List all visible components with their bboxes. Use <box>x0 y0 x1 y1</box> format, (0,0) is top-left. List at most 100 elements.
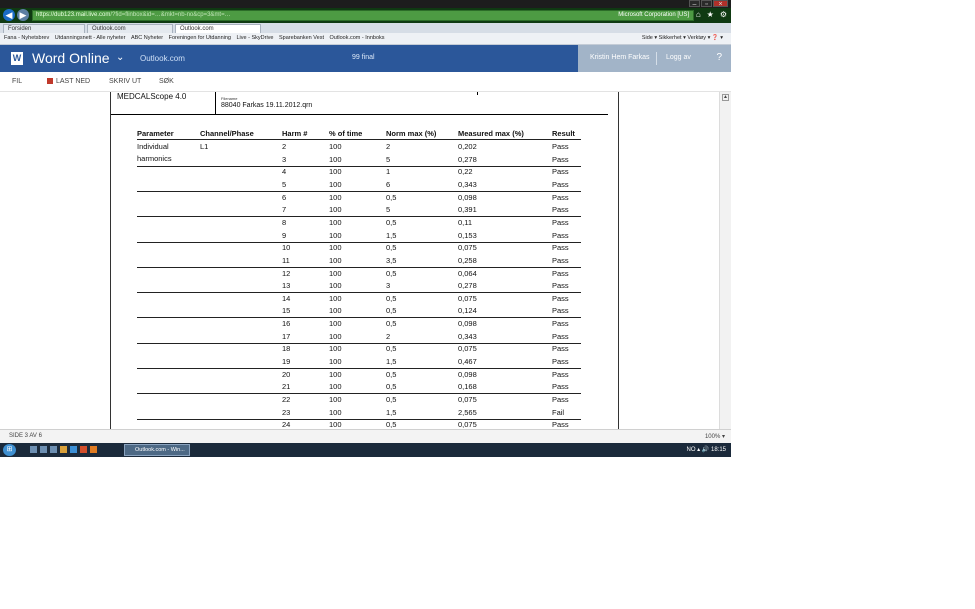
quicklaunch-icon[interactable] <box>70 446 77 453</box>
favorite-item[interactable]: Fana - Nyhetsbrev <box>4 33 49 44</box>
cell-percent-of-time: 100 <box>329 395 342 404</box>
row-separator <box>137 342 581 344</box>
logout-link[interactable]: Logg av <box>666 54 691 61</box>
cell-percent-of-time: 100 <box>329 142 342 151</box>
favorite-item[interactable]: Live - SkyDrive <box>237 33 274 44</box>
favorite-item[interactable]: ABC Nyheter <box>131 33 163 44</box>
taskbar-item-outlook[interactable]: Outlook.com - Win... <box>124 444 190 456</box>
search-button[interactable]: SØK <box>159 78 174 85</box>
cell-measured-max: 0,22 <box>458 167 473 177</box>
address-row: ◀ ▶ https://dub123.mail.live.com/?fid=fl… <box>0 8 731 23</box>
quicklaunch-icon[interactable] <box>90 446 97 453</box>
cell-measured-max: 0,075 <box>458 243 477 253</box>
favorites-star-icon[interactable]: ★ <box>707 10 714 19</box>
cell-result: Pass <box>552 142 569 151</box>
favorite-item[interactable]: Utdanningsnett - Alle nyheter <box>55 33 126 44</box>
scroll-up-icon[interactable]: ▲ <box>722 94 729 101</box>
column-header-time: % of time <box>329 129 363 138</box>
home-icon[interactable]: ⌂ <box>696 10 701 19</box>
file-menu[interactable]: FIL <box>12 78 22 85</box>
cell-harm-number: 16 <box>282 319 291 329</box>
gear-icon[interactable]: ⚙ <box>720 10 727 19</box>
cell-norm-max: 0,5 <box>386 319 397 329</box>
cell-percent-of-time: 100 <box>329 293 342 303</box>
document-name: 99 final <box>352 54 375 61</box>
cell-percent-of-time: 100 <box>329 357 342 367</box>
system-tray[interactable]: NO ▴ 🔊 18:15 <box>687 446 727 453</box>
cell-norm-max: 1,5 <box>386 357 397 367</box>
close-window-button[interactable]: × <box>713 0 728 8</box>
start-button-icon[interactable]: ⊞ <box>3 444 16 456</box>
cell-percent-of-time: 100 <box>329 268 342 278</box>
cell-harm-number: 3 <box>282 154 287 164</box>
user-name[interactable]: Kristin Hem Farkas <box>590 54 650 61</box>
quicklaunch-icon[interactable] <box>40 446 47 453</box>
cell-harm-number: 5 <box>282 179 287 189</box>
cell-percent-of-time: 100 <box>329 179 342 189</box>
cell-measured-max: 0,064 <box>458 268 477 278</box>
quicklaunch-icon[interactable] <box>30 446 37 453</box>
row-separator <box>137 317 581 319</box>
cell-result: Pass <box>552 167 569 177</box>
cell-harm-number: 4 <box>282 167 287 177</box>
favorite-item[interactable]: Sparebanken Vest <box>279 33 324 44</box>
tab-forsiden[interactable]: Forsiden <box>3 24 85 33</box>
favorite-item[interactable]: Foreningen for Utdanning <box>169 33 231 44</box>
row-separator <box>137 241 581 243</box>
quicklaunch-icon[interactable] <box>60 446 67 453</box>
cell-result: Pass <box>552 420 569 429</box>
cell-measured-max: 0,098 <box>458 319 477 329</box>
screenshot-region: – ▫ × ◀ ▶ https://dub123.mail.live.com/?… <box>0 0 731 457</box>
address-bar[interactable]: https://dub123.mail.live.com/?fid=flinbo… <box>32 10 694 21</box>
row-separator <box>137 165 581 167</box>
tab-outlook-1[interactable]: Outlook.com <box>87 24 173 33</box>
print-button[interactable]: SKRIV UT <box>109 78 141 85</box>
maximize-button[interactable]: ▫ <box>701 0 712 8</box>
row-separator <box>137 190 581 192</box>
cell-percent-of-time: 100 <box>329 205 342 215</box>
cell-result: Pass <box>552 306 569 316</box>
cell-norm-max: 0,5 <box>386 217 397 227</box>
zoom-control[interactable]: 100% ▾ <box>705 433 725 440</box>
back-icon[interactable]: ◀ <box>3 9 15 21</box>
quicklaunch-icon[interactable] <box>50 446 57 453</box>
favorite-item[interactable]: Outlook.com - Innboks <box>330 33 385 44</box>
cell-harm-number: 18 <box>282 344 291 354</box>
cell-result: Pass <box>552 217 569 227</box>
cell-measured-max: 0,153 <box>458 230 477 240</box>
help-button[interactable]: ? <box>716 52 722 63</box>
cell-harm-number: 6 <box>282 192 287 202</box>
cell-harm-number: 13 <box>282 281 291 291</box>
tab-outlook-active[interactable]: Outlook.com <box>175 24 261 33</box>
cell-harm-number: 22 <box>282 395 291 404</box>
cell-harm-number: 14 <box>282 293 291 303</box>
vertical-scrollbar[interactable]: ▲ <box>719 92 731 429</box>
cell-result: Pass <box>552 268 569 278</box>
download-button[interactable]: LAST NED <box>47 78 90 85</box>
forward-icon[interactable]: ▶ <box>17 9 29 21</box>
cell-percent-of-time: 100 <box>329 154 342 164</box>
cell-harm-number: 19 <box>282 357 291 367</box>
cell-percent-of-time: 100 <box>329 369 342 379</box>
cell-result: Pass <box>552 357 569 367</box>
cell-result: Pass <box>552 230 569 240</box>
cell-result: Pass <box>552 331 569 341</box>
chevron-down-icon[interactable]: ⌄ <box>116 52 124 63</box>
cell-measured-max: 0,124 <box>458 306 477 316</box>
outlook-link[interactable]: Outlook.com <box>140 54 185 63</box>
cell-percent-of-time: 100 <box>329 382 342 392</box>
row-separator <box>137 368 581 370</box>
cell-result: Pass <box>552 205 569 215</box>
cell-harm-number: 24 <box>282 420 291 429</box>
cell-result: Pass <box>552 243 569 253</box>
cell-result: Pass <box>552 192 569 202</box>
cell-measured-max: 0,278 <box>458 154 477 164</box>
minimize-button[interactable]: – <box>689 0 700 8</box>
cell-norm-max: 0,5 <box>386 243 397 253</box>
cell-measured-max: 0,467 <box>458 357 477 367</box>
cell-result: Pass <box>552 395 569 404</box>
filename-label: Filename <box>221 96 238 101</box>
quicklaunch-icon[interactable] <box>80 446 87 453</box>
page-indicator: SIDE 3 AV 6 <box>9 433 42 439</box>
command-bar-menus[interactable]: Side ▾ Sikkerhet ▾ Verktøy ▾ ❓ ▾ <box>642 33 723 44</box>
